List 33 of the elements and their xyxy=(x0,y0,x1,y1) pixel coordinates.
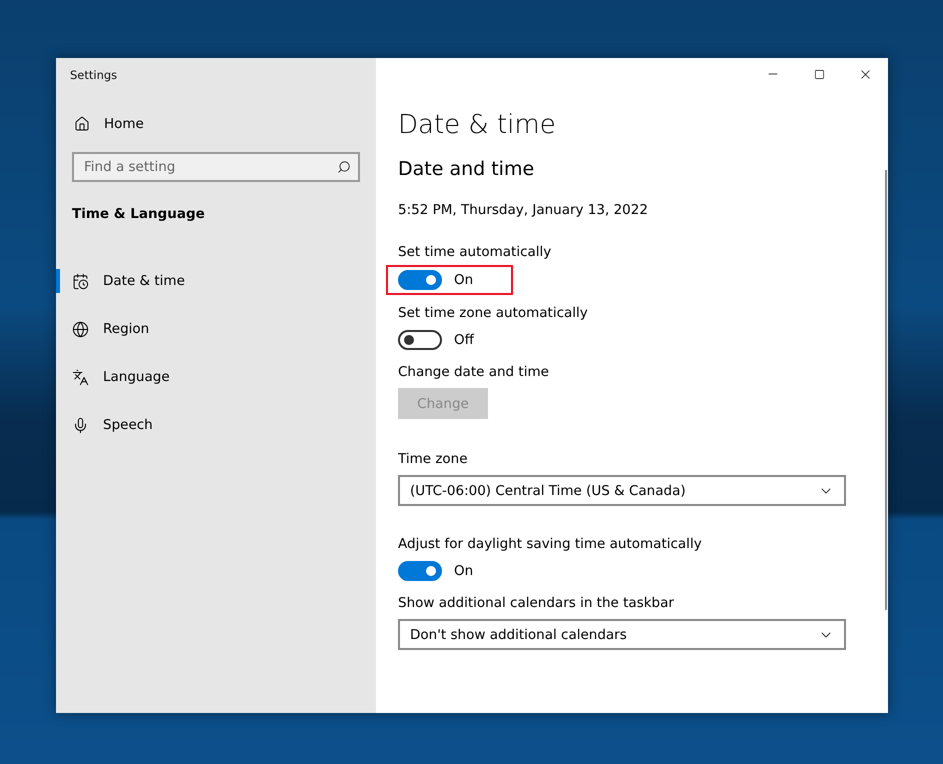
current-time: 5:52 PM, Thursday, January 13, 2022 xyxy=(398,202,649,218)
search-field[interactable]: Find a setting xyxy=(72,152,360,182)
toggle-switch[interactable] xyxy=(398,561,442,581)
setting-label: Show additional calendars in the taskbar xyxy=(398,595,674,611)
window-title: Settings xyxy=(70,68,118,82)
toggle-state: On xyxy=(454,272,474,288)
setting-label: Change date and time xyxy=(398,364,549,380)
page-title: Date & time xyxy=(398,110,557,140)
nav-item[interactable]: Region xyxy=(56,305,376,353)
toggle-state: On xyxy=(454,563,474,579)
toggle-switch[interactable] xyxy=(398,330,442,350)
language-icon xyxy=(72,368,89,386)
toggle-switch[interactable] xyxy=(398,270,442,290)
section-heading: Time & Language xyxy=(72,206,206,222)
nav-item[interactable]: Date & time xyxy=(56,257,376,305)
setting-label: Adjust for daylight saving time automatically xyxy=(398,536,702,552)
setting-label: Time zone xyxy=(398,451,468,467)
globe-icon xyxy=(72,320,89,338)
dropdown[interactable]: (UTC-06:00) Central Time (US & Canada) xyxy=(398,475,846,506)
calendar-clock-icon xyxy=(72,272,89,290)
scrollbar[interactable] xyxy=(885,170,887,610)
dropdown[interactable]: Don't show additional calendars xyxy=(398,619,846,650)
home-icon xyxy=(74,116,90,132)
setting-label: Set time zone automatically xyxy=(398,305,588,321)
search-icon xyxy=(337,160,351,174)
home-link[interactable]: Home xyxy=(74,116,376,132)
microphone-icon xyxy=(72,416,89,434)
maximize-icon[interactable] xyxy=(814,68,824,80)
setting-label: Set time automatically xyxy=(398,244,552,260)
toggle-state: Off xyxy=(454,332,474,348)
nav-item[interactable]: Language xyxy=(56,353,376,401)
section-title: Date and time xyxy=(398,158,536,180)
nav-item[interactable]: Speech xyxy=(56,401,376,449)
